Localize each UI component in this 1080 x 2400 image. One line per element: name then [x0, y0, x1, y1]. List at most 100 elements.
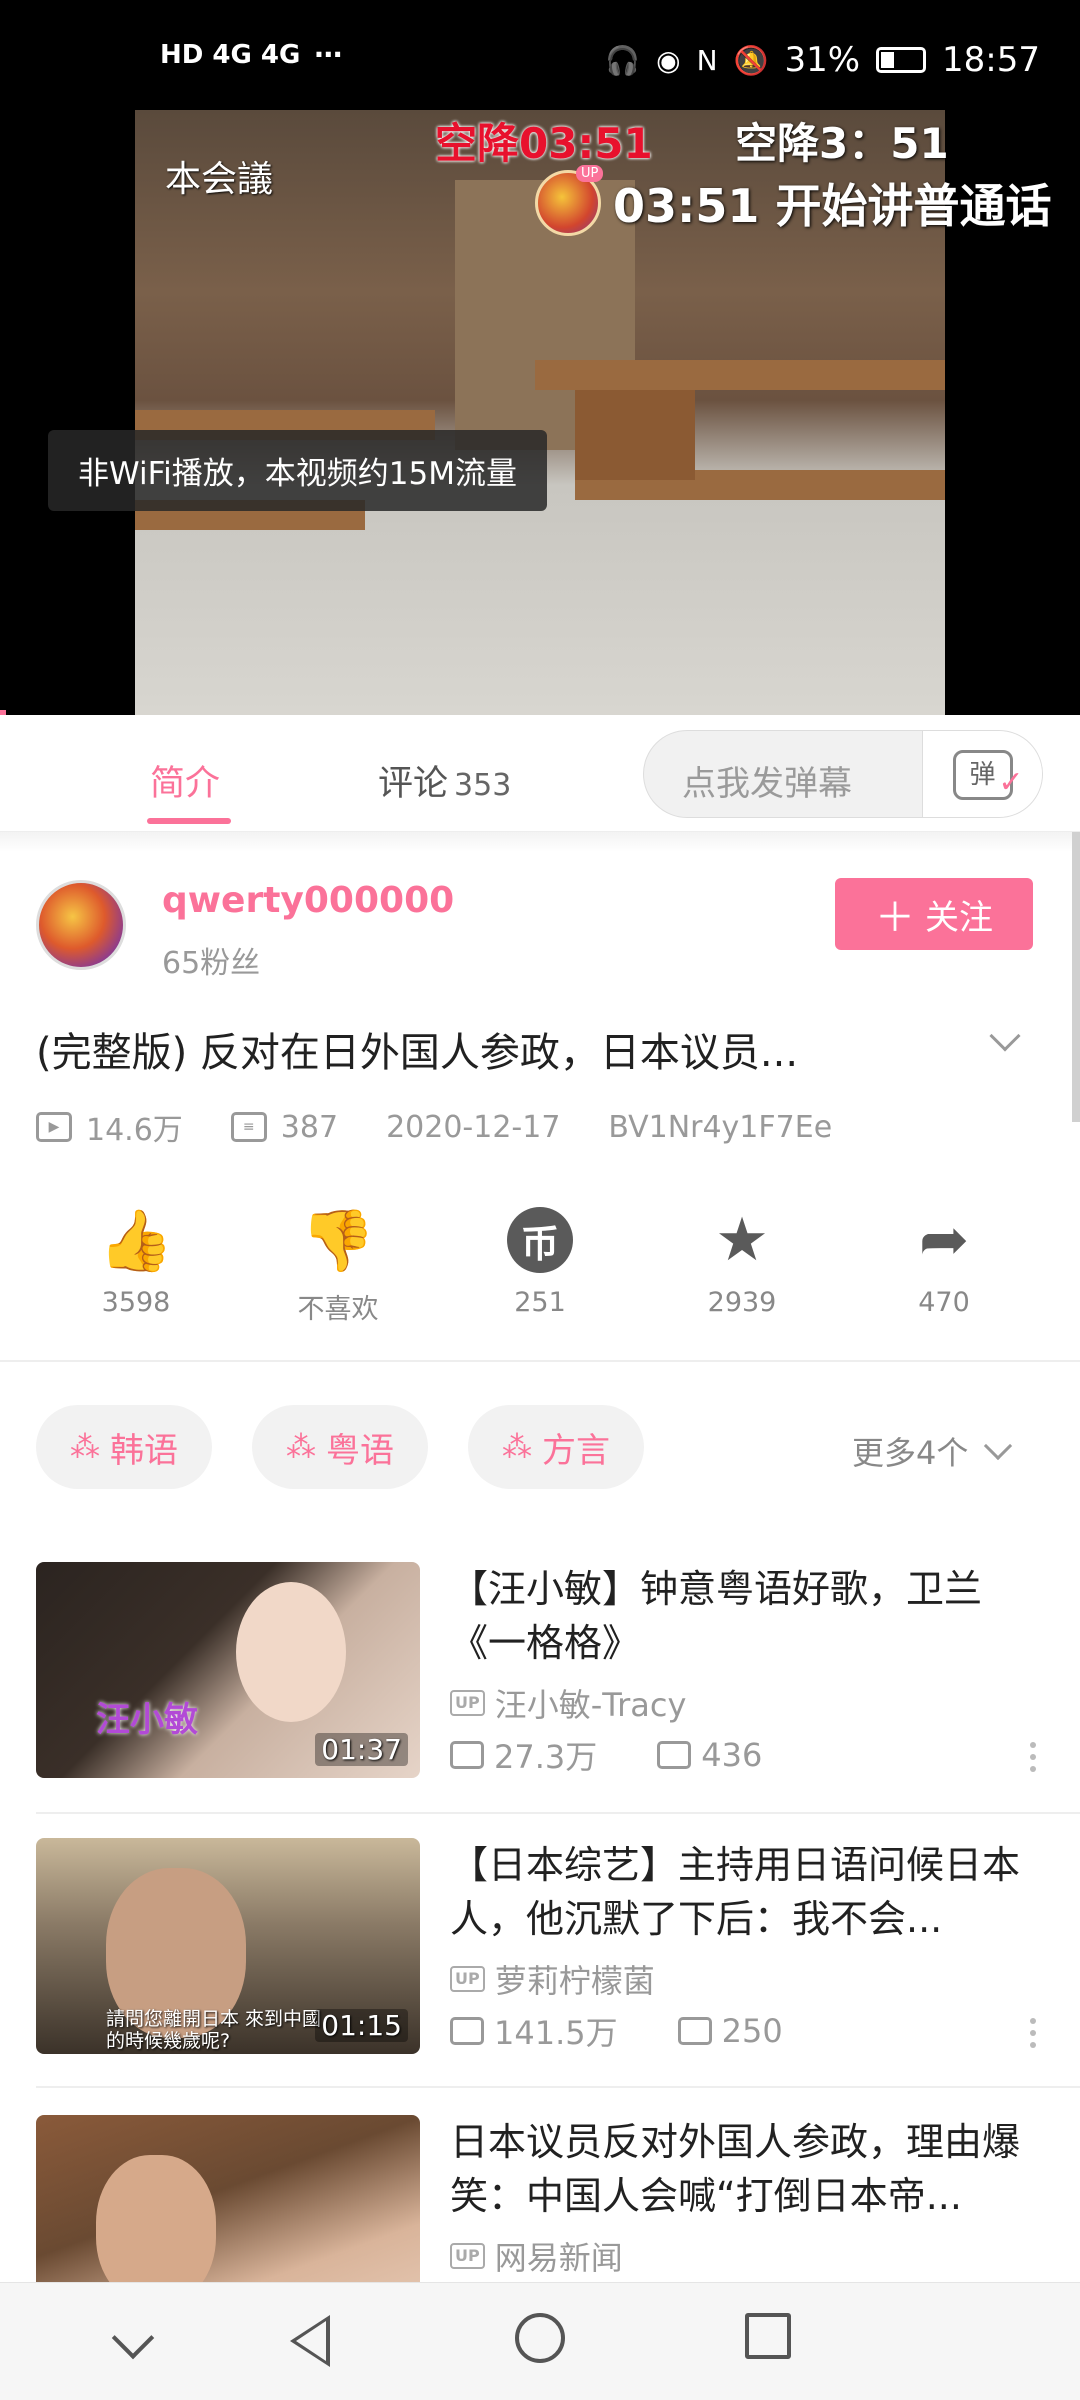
fans-count: 65粉丝	[162, 946, 261, 981]
headphones-icon: 🎧	[605, 43, 641, 77]
tab-intro[interactable]: 简介	[150, 755, 220, 806]
danmaku-icon-label: 弹	[969, 760, 996, 790]
video-title: 【日本综艺】主持用日语问候日本人，他沉默了下后：我不会...	[450, 1843, 1021, 1941]
signal-icon: HD 4G 4G	[160, 39, 301, 70]
danmaku-count-icon	[677, 2017, 712, 2045]
play-count-icon: ▶	[36, 1112, 72, 1142]
video-thumbnail	[36, 2115, 420, 2282]
comments-count: 353	[454, 768, 512, 803]
tag-chip[interactable]: ⁂ 韩语	[36, 1405, 212, 1489]
hide-keyboard-chevron-down-icon[interactable]	[111, 2316, 155, 2360]
danmaku-up-text: 03:51 开始讲普通话	[613, 179, 1052, 233]
danmaku-icon: 弹 ✓	[952, 750, 1024, 800]
more-tags-label: 更多4个	[852, 1434, 969, 1472]
follow-label: 关注	[925, 897, 993, 938]
like-button[interactable]: 👍 3598	[36, 1205, 236, 1326]
more-options-icon[interactable]	[1030, 2018, 1036, 2048]
thumbs-down-icon: 👎	[300, 1205, 376, 1276]
video-meta: ▶ 14.6万 ≡ 387 2020-12-17 BV1Nr4y1F7Ee	[36, 1105, 832, 1149]
tag-label: 粤语	[326, 1430, 394, 1471]
home-icon[interactable]	[515, 2313, 565, 2363]
bv-id: BV1Nr4y1F7Ee	[608, 1109, 833, 1145]
clock: 18:57	[942, 40, 1040, 80]
duration: 01:37	[315, 1733, 408, 1766]
play-count-icon	[450, 1741, 484, 1769]
tag-chip[interactable]: ⁂ 粤语	[252, 1405, 428, 1489]
favorite-button[interactable]: ★ 2939	[642, 1205, 842, 1326]
view-count: 27.3万	[494, 1738, 598, 1776]
dislike-label: 不喜欢	[297, 1294, 379, 1325]
nfc-icon: N	[696, 43, 718, 77]
uploader-avatar-icon: UP	[535, 165, 604, 236]
recent-apps-icon[interactable]	[745, 2313, 791, 2359]
back-icon-inner	[296, 2321, 326, 2361]
expand-chevron-down-icon[interactable]	[989, 1020, 1024, 1055]
notification-icons: ⋯	[314, 38, 343, 71]
recommended-video[interactable]: 日本议员反对外国人参政，理由爆笑：中国人会喊“打倒日本帝... UP 网易新闻	[36, 2115, 1044, 2282]
share-button[interactable]: ➦ 470	[844, 1205, 1044, 1326]
divider	[36, 2086, 1080, 2088]
action-bar: 👍 3598 👎 不喜欢 币 251 ★ 2939 ➦ 470	[36, 1205, 1044, 1326]
share-arrow-icon: ➦	[918, 1205, 970, 1275]
tag-label: 韩语	[110, 1430, 178, 1471]
danmaku-up-comment: UP 03:51 开始讲普通话	[535, 165, 1052, 236]
divider	[36, 1812, 1080, 1814]
recommended-video[interactable]: 汪小敏 01:37 【汪小敏】钟意粤语好歌，卫兰《一格格》 UP 汪小敏-Tra…	[36, 1562, 1044, 1782]
divider	[0, 1360, 1080, 1362]
tab-indicator	[147, 818, 231, 824]
uploader-avatar[interactable]	[36, 880, 126, 970]
data-usage-toast: 非WiFi播放，本视频约15M流量	[48, 430, 547, 511]
uploader-name[interactable]: qwerty000000	[162, 880, 454, 921]
danmaku-count-icon: ≡	[230, 1112, 267, 1142]
favorite-count: 2939	[707, 1287, 777, 1318]
uploader: UP 汪小敏-Tracy	[450, 1680, 686, 1726]
tab-comments-label: 评论	[378, 764, 449, 804]
recommended-video[interactable]: 請問您離開日本 來到中國的時候幾歲呢? 01:15 【日本综艺】主持用日语问候日…	[36, 1838, 1044, 2058]
tag-icon: ⁂	[286, 1429, 316, 1465]
follow-button[interactable]: ＋ 关注	[835, 878, 1033, 950]
thumbs-up-icon: 👍	[98, 1205, 174, 1276]
video-title: 日本议员反对外国人参政，理由爆笑：中国人会喊“打倒日本帝...	[450, 2120, 1021, 2218]
video-scene-desk	[535, 360, 945, 390]
divider	[0, 832, 1080, 852]
more-tags-button[interactable]: 更多4个	[852, 1428, 1013, 1474]
tag-icon: ⁂	[70, 1429, 100, 1465]
coin-button[interactable]: 币 251	[440, 1205, 640, 1326]
chevron-down-icon	[984, 1431, 1013, 1461]
danmaku-toggle-button[interactable]: 弹 ✓	[922, 731, 1042, 817]
video-thumbnail: 汪小敏 01:37	[36, 1562, 420, 1778]
tag-chip[interactable]: ⁂ 方言	[468, 1405, 644, 1489]
up-icon: UP	[450, 1966, 485, 1992]
danmaku-input[interactable]: 点我发弹幕 弹 ✓	[643, 730, 1043, 818]
uploader: UP 萝莉柠檬菌	[450, 1956, 655, 2002]
uploader-name: 汪小敏-Tracy	[494, 1686, 687, 1724]
plus-icon: ＋	[875, 895, 915, 941]
check-icon: ✓	[998, 765, 1024, 800]
uploader-name: 萝莉柠檬菌	[494, 1962, 655, 2000]
thumbnail-figure	[236, 1582, 346, 1722]
scrollbar[interactable]	[1072, 832, 1080, 1122]
battery-percent: 31%	[784, 40, 861, 80]
tab-comments[interactable]: 评论 353	[378, 755, 511, 806]
uploader: UP 网易新闻	[450, 2233, 623, 2279]
video-stats: 141.5万 250	[450, 2008, 783, 2054]
danmaku-count: 436	[701, 1736, 763, 1774]
thumbnail-figure	[96, 2155, 216, 2282]
danmaku-count-icon	[657, 1741, 692, 1769]
danmaku-count: 387	[280, 1109, 339, 1145]
uploader-name: 网易新闻	[494, 2239, 623, 2277]
video-player[interactable]: 本会議 空降03:51 空降3：51 UP 03:51 开始讲普通话 非WiFi…	[0, 110, 1080, 715]
thumbnail-caption: 汪小敏	[96, 1700, 198, 1740]
danmaku-placeholder: 点我发弹幕	[682, 764, 852, 804]
video-stats: 27.3万 436	[450, 1732, 762, 1778]
danmaku-comment: 空降3：51	[735, 119, 949, 168]
up-icon: UP	[450, 2243, 485, 2269]
more-options-icon[interactable]	[1030, 1742, 1036, 1772]
video-title[interactable]: (完整版) 反对在日外国人参政，日本议员...	[36, 1020, 956, 1078]
duration: 01:15	[315, 2009, 408, 2042]
dislike-button[interactable]: 👎 不喜欢	[238, 1205, 438, 1326]
system-navigation-bar	[0, 2282, 1080, 2400]
up-badge: UP	[576, 165, 604, 182]
status-bar: HD 4G 4G ⋯ 🎧 ◉ N 🔕 31% 18:57	[0, 0, 1080, 110]
eye-icon: ◉	[656, 43, 681, 77]
